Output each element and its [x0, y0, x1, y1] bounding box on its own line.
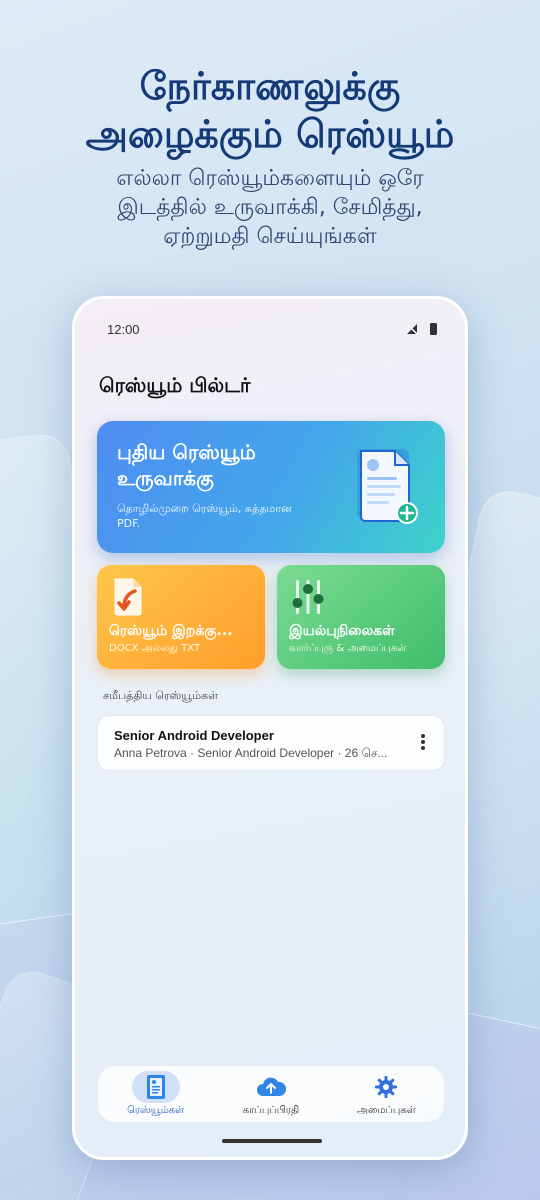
sliders-icon	[292, 580, 324, 614]
nav-item-settings-pill	[362, 1071, 410, 1103]
home-indicator[interactable]	[222, 1139, 322, 1143]
hero-subtitle: எல்லா ரெஸ்யூம்களையும் ஒரே இடத்தில் உருவா…	[0, 164, 540, 251]
hero-subtitle-line3: ஏற்றுமதி செய்யுங்கள்	[163, 224, 377, 249]
recent-resume-subtitle: Anna Petrova · Senior Android Developer …	[114, 746, 388, 760]
status-icons	[406, 323, 437, 335]
status-time: 12:00	[107, 321, 140, 337]
gear-icon	[375, 1076, 398, 1098]
new-document-icon	[357, 449, 418, 524]
create-resume-card[interactable]: புதிய ரெஸ்யூம் உருவாக்கு தொழில்முறை ரெஸ்…	[97, 421, 445, 553]
create-resume-subtitle: தொழில்முறை ரெஸ்யூம், சுத்தமான PDF.	[117, 502, 292, 530]
battery-icon	[430, 323, 437, 335]
app-title: ரெஸ்யூம் பில்டர்	[99, 373, 251, 397]
nav-item-resumes-pill	[131, 1071, 180, 1103]
import-resume-subtitle: DOCX அல்லது TXT	[109, 643, 201, 654]
import-resume-title: ரெஸ்யூம் இறக்கு...	[109, 623, 233, 639]
cloud-upload-icon	[256, 1077, 286, 1096]
hero-title-line1: நேர்காணலுக்கு	[139, 64, 401, 108]
import-resume-card[interactable]: ரெஸ்யூம் இறக்கு... DOCX அல்லது TXT	[97, 565, 265, 669]
recent-resumes-label: சமீபத்திய ரெஸ்யூம்கள்	[103, 689, 219, 702]
defaults-subtitle: வார்ப்புரு & அமைப்புகள்	[289, 643, 407, 654]
nav-item-backup-label: காப்புப்பிரதி	[242, 1105, 300, 1116]
defaults-title: இயல்புநிலைகள்	[289, 623, 395, 639]
nav-item-backup[interactable]: காப்புப்பிரதி	[221, 1071, 321, 1117]
bottom-navigation: ரெஸ்யூம்கள் காப்புப்பிரதி அமைப்புகள்	[97, 1065, 445, 1123]
recent-resume-title: Senior Android Developer	[114, 728, 274, 743]
resume-icon	[146, 1075, 165, 1099]
nav-item-settings[interactable]: அமைப்புகள்	[336, 1071, 436, 1117]
nav-item-backup-pill	[247, 1071, 295, 1103]
hero-subtitle-line1: எல்லா ரெஸ்யூம்களையும் ஒரே	[116, 166, 424, 191]
status-bar: 12:00	[107, 319, 437, 339]
phone-frame: 12:00 ரெஸ்யூம் பில்டர் புதிய ரெஸ்யூம் உர…	[72, 296, 468, 1160]
create-resume-title: புதிய ரெஸ்யூம் உருவாக்கு	[117, 440, 256, 490]
recent-resume-item[interactable]: Senior Android Developer Anna Petrova · …	[97, 715, 445, 771]
signal-icon	[406, 323, 418, 335]
import-file-icon	[114, 578, 142, 616]
hero-title: நேர்காணலுக்கு அழைக்கும் ரெஸ்யூம்	[0, 62, 540, 158]
nav-item-settings-label: அமைப்புகள்	[356, 1105, 416, 1116]
hero-header: நேர்காணலுக்கு அழைக்கும் ரெஸ்யூம் எல்லா ர…	[0, 62, 540, 251]
hero-subtitle-line2: இடத்தில் உருவாக்கி, சேமித்து,	[117, 195, 423, 220]
nav-item-resumes[interactable]: ரெஸ்யூம்கள்	[106, 1071, 206, 1117]
defaults-card[interactable]: இயல்புநிலைகள் வார்ப்புரு & அமைப்புகள்	[277, 565, 445, 669]
hero-title-line2: அழைக்கும் ரெஸ்யூம்	[85, 112, 455, 156]
nav-item-resumes-label: ரெஸ்யூம்கள்	[127, 1105, 185, 1116]
more-options-icon[interactable]	[420, 734, 426, 752]
